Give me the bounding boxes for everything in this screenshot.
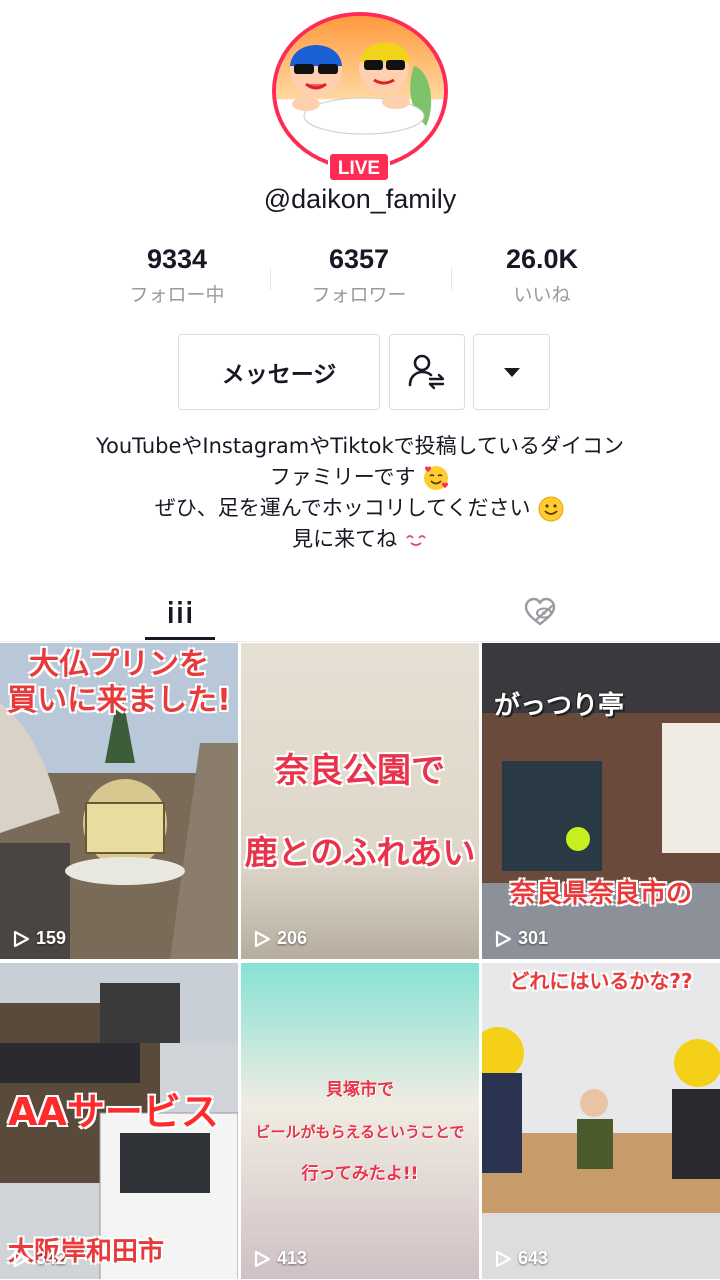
likes-label: いいね [513,284,571,306]
tab-divider [0,641,720,642]
bio-line-text: 見に来てね [292,527,398,551]
video-thumbnail[interactable]: 貝塚市で ビールがもらえるということで 行ってみたよ!! 413 [241,963,479,1279]
video-caption: 行ってみたよ!! [301,1164,419,1184]
grid-icon [169,601,191,623]
smiling-face-icon [538,496,564,522]
bio-line-text: ぜひ、足を運んでホッコリしてください [154,496,531,520]
live-badge[interactable]: LIVE [328,152,390,182]
followers-label: フォロワー [311,284,407,306]
view-count-value: 206 [277,928,308,948]
video-thumbnail[interactable]: AAサービス 大阪岸和田市 342 [0,963,238,1279]
view-count: 413 [253,1248,307,1269]
view-count: 301 [494,928,548,949]
profile-avatar-container[interactable]: LIVE [270,12,450,182]
video-caption: どれにはいるかな?? [509,969,693,993]
tab-liked-videos[interactable] [360,584,720,640]
bio-line-2: ファミリーです [0,462,720,493]
view-count-value: 342 [36,1248,67,1268]
view-count-value: 159 [36,928,67,948]
video-caption: がっつり亭 [494,691,625,721]
message-button[interactable]: メッセージ [178,334,380,410]
view-count: 342 [12,1248,66,1269]
username: @daikon_family [263,184,457,214]
more-options-button[interactable] [473,334,550,410]
followers-count: 6357 [328,244,390,274]
video-thumbnail[interactable]: 奈良公園で 鹿とのふれあい 206 [241,643,479,959]
play-icon [254,1250,271,1267]
view-count: 643 [494,1248,548,1269]
caret-down-icon [503,368,520,377]
view-count-value: 643 [518,1248,549,1268]
view-count-value: 301 [518,928,549,948]
user-follow-icon [408,354,445,390]
video-caption: AAサービス [8,1090,219,1134]
play-icon [495,930,512,947]
smiling-face-hearts-icon [424,466,449,490]
bio-line: YouTubeやInstagramやTiktokで投稿しているダイコン [95,434,625,458]
video-thumbnail[interactable]: 大仏プリンを 買いに来ました! 159 [0,643,238,959]
video-caption: 貝塚市で [326,1080,394,1100]
bio-line-text: ファミリーです [269,465,416,489]
following-count: 9334 [146,244,208,274]
avatar[interactable] [272,12,448,170]
view-count: 159 [12,928,66,949]
video-caption: 鹿とのふれあい [244,833,476,872]
video-caption: ビールがもらえるということで [255,1123,465,1141]
video-caption: 奈良県奈良市の [509,879,692,909]
following-stat[interactable]: 9334 フォロー中 [87,242,267,308]
video-thumbnail[interactable]: どれにはいるかな?? 643 [482,963,720,1279]
likes-count: 26.0K [505,244,579,274]
video-grid: 大仏プリンを 買いに来ました! 159 奈良公園で 鹿とのふれあい 206 がっ… [0,643,720,1280]
likes-stat[interactable]: 26.0K いいね [452,242,632,308]
bio-line-4: 見に来てね [0,524,720,555]
view-count: 206 [253,928,307,949]
video-caption: 奈良公園で [275,751,445,791]
video-thumbnail[interactable]: がっつり亭 奈良県奈良市の 301 [482,643,720,959]
play-icon [13,1250,30,1267]
tab-videos[interactable] [0,584,360,640]
view-count-value: 413 [277,1248,308,1268]
hidden-heart-icon [524,597,556,626]
following-label: フォロー中 [129,284,225,306]
play-icon [13,930,30,947]
play-icon [495,1250,512,1267]
follow-toggle-button[interactable] [389,334,465,410]
followers-stat[interactable]: 6357 フォロワー [269,242,449,308]
active-tab-indicator [145,637,215,640]
smiling-eyes-icon [406,535,426,546]
video-caption: 大仏プリンを [29,647,209,682]
play-icon [254,930,271,947]
video-caption: 買いに来ました! [7,683,231,718]
bio-line-3: ぜひ、足を運んでホッコリしてください [0,493,720,524]
profile-bio: YouTubeやInstagramやTiktokで投稿しているダイコン ファミリ… [0,431,720,555]
